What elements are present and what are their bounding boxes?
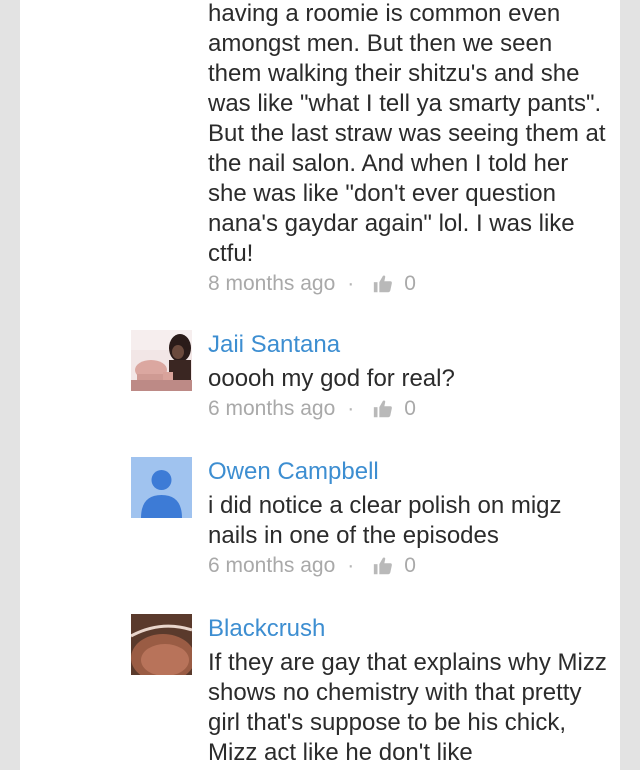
meta-separator: · <box>347 272 355 295</box>
comment-text: If they are gay that explains why Mizz s… <box>208 649 607 766</box>
meta-separator: · <box>347 554 355 577</box>
default-user-icon <box>131 457 192 518</box>
thumbs-up-icon[interactable] <box>372 273 394 295</box>
meta-separator: · <box>347 397 355 420</box>
thumbs-up-icon[interactable] <box>372 555 394 577</box>
comment-text: i did notice a clear polish on migz nail… <box>208 492 562 549</box>
avatar[interactable] <box>131 457 192 518</box>
comment-text: having a roomie is common even amongst m… <box>208 0 606 267</box>
comment-author[interactable]: Blackcrush <box>208 614 608 644</box>
comment-meta: 6 months ago · 0 <box>208 552 608 580</box>
user-photo-avatar <box>131 614 192 675</box>
comments-panel: having a roomie is common even amongst m… <box>20 0 620 770</box>
comment-author[interactable]: Jaii Santana <box>208 330 608 360</box>
comment-timestamp[interactable]: 6 months ago <box>208 552 335 580</box>
comment-meta: 6 months ago · 0 <box>208 395 608 423</box>
comment-meta: 8 months ago · 0 <box>208 270 608 298</box>
comment-timestamp[interactable]: 8 months ago <box>208 270 335 298</box>
comment-text: ooooh my god for real? <box>208 365 455 392</box>
like-count: 0 <box>404 272 416 295</box>
avatar[interactable] <box>131 330 192 391</box>
like-count: 0 <box>404 554 416 577</box>
like-count: 0 <box>404 397 416 420</box>
comment-author[interactable]: Owen Campbell <box>208 457 608 487</box>
comment-timestamp[interactable]: 6 months ago <box>208 395 335 423</box>
user-photo-avatar <box>131 330 192 391</box>
thumbs-up-icon[interactable] <box>372 398 394 420</box>
avatar[interactable] <box>131 614 192 675</box>
